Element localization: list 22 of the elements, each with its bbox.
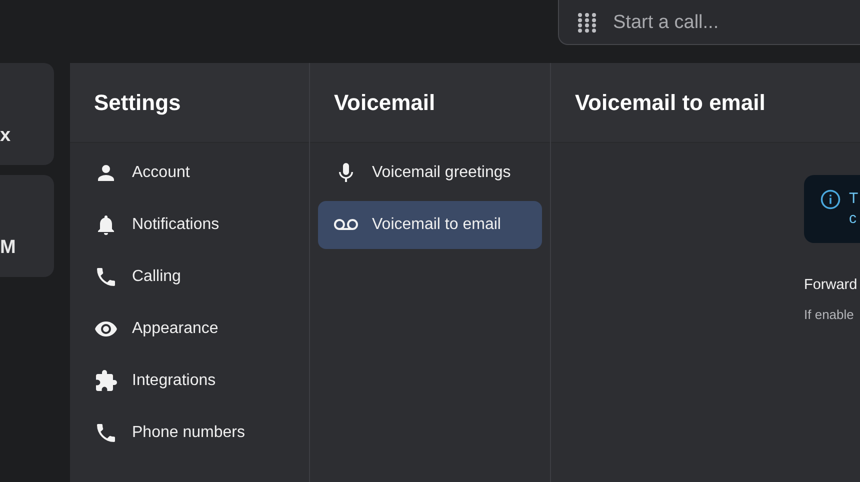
- menu-item[interactable]: Notifications: [78, 201, 301, 249]
- search-field[interactable]: Start a call...: [558, 0, 860, 45]
- menu-item[interactable]: Appearance: [78, 305, 301, 353]
- banner-text: c: [849, 209, 858, 229]
- menu-item[interactable]: Integrations: [78, 357, 301, 405]
- side-card[interactable]: M: [0, 175, 54, 277]
- menu-item[interactable]: Calling: [78, 253, 301, 301]
- dialpad-icon: [577, 12, 597, 34]
- menu-item[interactable]: Phone numbers: [78, 409, 301, 457]
- menu-item[interactable]: Voicemail greetings: [318, 149, 542, 197]
- setting-heading: Forward: [804, 277, 858, 293]
- info-icon: [820, 189, 841, 210]
- phone-icon: [94, 421, 118, 445]
- column-title: Settings: [70, 63, 309, 143]
- puzzle-icon: [94, 369, 118, 393]
- side-card[interactable]: x: [0, 63, 54, 165]
- menu-item[interactable]: Voicemail to email: [318, 201, 542, 249]
- banner-text: T: [849, 189, 858, 209]
- phone-icon: [94, 265, 118, 289]
- menu-item[interactable]: Account: [78, 149, 301, 197]
- search-input[interactable]: Start a call...: [613, 12, 813, 34]
- setting-description: If enable: [804, 307, 855, 322]
